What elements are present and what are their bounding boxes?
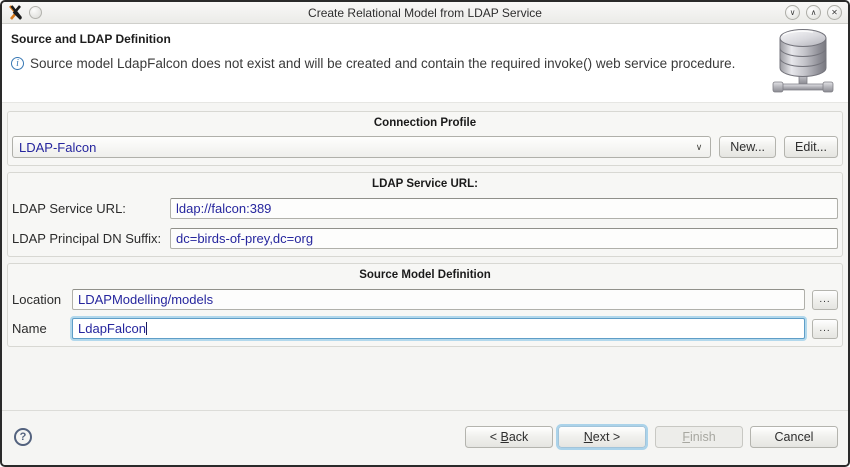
minimize-button[interactable]: ∨ xyxy=(785,5,800,20)
next-button[interactable]: Next > xyxy=(558,426,646,448)
window-menu-button[interactable] xyxy=(29,6,42,19)
cancel-button[interactable]: Cancel xyxy=(750,426,838,448)
chevron-up-icon: ∧ xyxy=(810,7,817,17)
location-label: Location xyxy=(12,292,62,307)
connection-profile-combo[interactable]: LDAP-Falcon ∨ xyxy=(12,136,712,158)
chevron-down-icon: ∨ xyxy=(695,141,703,152)
source-model-definition-group-title: Source Model Definition xyxy=(359,269,491,281)
window-title: Create Relational Model from LDAP Servic… xyxy=(308,5,542,20)
question-mark-icon: ? xyxy=(19,430,27,443)
close-button[interactable]: ✕ xyxy=(827,5,842,20)
browse-location-button[interactable]: ... xyxy=(812,289,838,310)
help-button[interactable]: ? xyxy=(14,428,32,446)
chevron-down-icon: ∨ xyxy=(789,7,796,17)
close-icon: ✕ xyxy=(831,7,838,17)
finish-button[interactable]: Finish xyxy=(655,426,743,448)
wizard-dialog: Create Relational Model from LDAP Servic… xyxy=(0,0,850,467)
ldap-service-url-group: LDAP Service URL: LDAP Service URL: ldap… xyxy=(7,172,843,257)
button-bar: ? < Back Next > Finish Cancel xyxy=(2,410,848,465)
x11-logo-icon xyxy=(8,5,23,20)
database-network-icon xyxy=(766,26,840,105)
name-field[interactable]: LdapFalcon xyxy=(72,318,805,339)
text-caret xyxy=(145,322,147,335)
new-profile-button[interactable]: New... xyxy=(719,136,777,158)
connection-profile-group: Connection Profile LDAP-Falcon ∨ New... … xyxy=(7,111,843,166)
source-model-definition-group: Source Model Definition Location LDAPMod… xyxy=(7,263,843,347)
back-button[interactable]: < Back xyxy=(465,426,553,448)
edit-profile-button[interactable]: Edit... xyxy=(784,136,838,158)
location-field[interactable]: LDAPModelling/models xyxy=(72,289,805,310)
wizard-header: Source and LDAP Definition i Source mode… xyxy=(2,24,848,103)
ldap-service-url-field[interactable]: ldap://falcon:389 xyxy=(170,198,838,219)
ldap-service-url-group-title: LDAP Service URL: xyxy=(372,178,478,190)
name-label: Name xyxy=(12,321,47,336)
maximize-button[interactable]: ∧ xyxy=(806,5,821,20)
title-bar: Create Relational Model from LDAP Servic… xyxy=(2,2,848,24)
wizard-content: Connection Profile LDAP-Falcon ∨ New... … xyxy=(2,103,848,410)
status-message: Source model LdapFalcon does not exist a… xyxy=(30,56,736,71)
connection-profile-selected-value: LDAP-Falcon xyxy=(19,139,97,155)
page-title: Source and LDAP Definition xyxy=(11,32,171,46)
ldap-principal-dn-suffix-label: LDAP Principal DN Suffix: xyxy=(12,231,162,246)
ldap-principal-dn-suffix-field[interactable]: dc=birds-of-prey,dc=org xyxy=(170,228,838,249)
connection-profile-group-title: Connection Profile xyxy=(373,117,477,129)
name-field-value: LdapFalcon xyxy=(78,321,146,336)
ldap-service-url-label: LDAP Service URL: xyxy=(12,201,126,216)
info-icon: i xyxy=(11,57,24,70)
browse-name-button[interactable]: ... xyxy=(812,318,838,339)
